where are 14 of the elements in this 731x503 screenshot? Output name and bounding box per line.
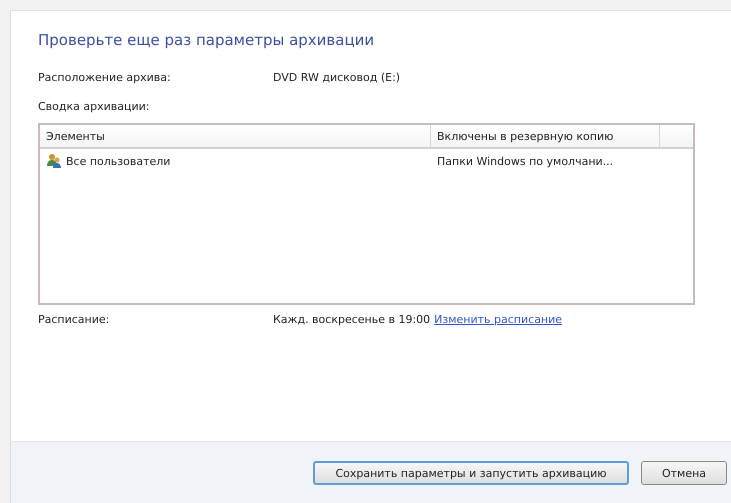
change-schedule-link[interactable]: Изменить расписание bbox=[434, 313, 562, 326]
field-value: DVD RW дисковод (E:) bbox=[273, 71, 400, 84]
table-cell: Все пользователи bbox=[66, 154, 170, 168]
section-label: Сводка архивации: bbox=[38, 100, 150, 113]
save-and-start-button[interactable]: Сохранить параметры и запустить архивацию bbox=[313, 461, 629, 485]
field-label: Расписание: bbox=[38, 313, 110, 326]
cancel-button[interactable]: Отмена bbox=[641, 461, 727, 485]
table-cell-text: Папки Windows по умолчани... bbox=[436, 154, 614, 168]
column-header[interactable]: Элементы bbox=[40, 125, 431, 147]
users-icon bbox=[46, 153, 62, 169]
page-heading: Проверьте еще раз параметры архивации bbox=[38, 31, 376, 49]
field-value: Кажд. воскресенье в 19:00 bbox=[273, 313, 430, 326]
field-label: Расположение архива: bbox=[38, 71, 172, 84]
column-header[interactable]: Включены в резервную копию bbox=[431, 125, 660, 147]
